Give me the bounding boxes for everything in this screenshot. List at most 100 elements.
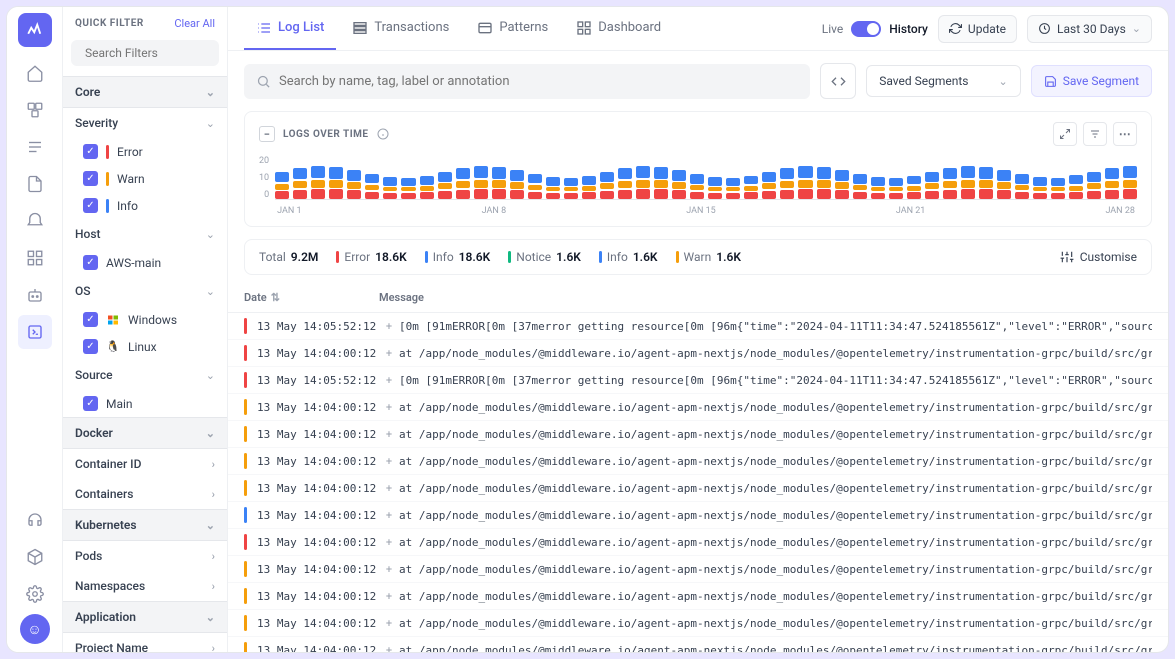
logs-chart-panel: − LOGS OVER TIME ⋯ 20 10 0 J [244, 111, 1152, 227]
log-row[interactable]: 13 May 14:04:00:12 + at /app/node_module… [228, 556, 1168, 583]
filter-warn[interactable]: ✓Warn [63, 165, 227, 192]
expand-button[interactable] [1053, 122, 1077, 146]
expand-row-button[interactable]: + [379, 482, 399, 495]
stat-bar-icon [676, 251, 679, 263]
clear-all-link[interactable]: Clear All [174, 17, 215, 30]
log-row[interactable]: 13 May 14:04:00:12 + at /app/node_module… [228, 610, 1168, 637]
group-application[interactable]: Application⌄ [63, 601, 227, 633]
filter-linux[interactable]: ✓🐧Linux [63, 333, 227, 360]
tab-patterns[interactable]: Patterns [465, 8, 560, 50]
nav-logs-icon[interactable] [18, 315, 52, 349]
filter-error[interactable]: ✓Error [63, 138, 227, 165]
tab-log-list[interactable]: Log List [244, 8, 336, 50]
live-history-toggle[interactable]: Live History [822, 21, 928, 37]
log-row[interactable]: 13 May 14:04:00:12 + at /app/node_module… [228, 394, 1168, 421]
user-avatar[interactable]: ☺ [20, 614, 50, 644]
filter-aws-main[interactable]: ✓AWS-main [63, 249, 227, 276]
expand-row-button[interactable]: + [379, 428, 399, 441]
tab-dashboard[interactable]: Dashboard [564, 8, 673, 50]
stat-error: Error 18.6K [336, 250, 406, 264]
clock-icon [1038, 22, 1051, 35]
log-date: 13 May 14:04:00:12 [257, 401, 379, 414]
chevron-down-icon: ⌄ [206, 427, 215, 440]
nav-file-icon[interactable] [18, 167, 52, 201]
filter-main[interactable]: ✓Main [63, 390, 227, 417]
expand-row-button[interactable]: + [379, 509, 399, 522]
nav-support-icon[interactable] [18, 503, 52, 537]
expand-row-button[interactable]: + [379, 320, 399, 333]
sub-pods[interactable]: Pods› [63, 541, 227, 571]
log-message: at /app/node_modules/@middleware.io/agen… [399, 509, 1152, 522]
sub-project-name[interactable]: Project Name› [63, 633, 227, 652]
col-date[interactable]: Date ⇅ [244, 291, 379, 304]
nav-stack-icon[interactable] [18, 93, 52, 127]
log-row[interactable]: 13 May 14:05:52:12 + [0m [91mERROR[0m [3… [228, 313, 1168, 340]
sub-host[interactable]: Host⌄ [63, 219, 227, 249]
log-row[interactable]: 13 May 14:04:00:12 + at /app/node_module… [228, 502, 1168, 529]
save-segment-button[interactable]: Save Segment [1031, 65, 1152, 97]
filter-sidebar: QUICK FILTER Clear All Core⌄ Severity⌄ ✓… [63, 7, 228, 652]
group-core[interactable]: Core⌄ [63, 76, 227, 108]
log-table-header: Date ⇅ Message [228, 283, 1168, 313]
info-icon [377, 128, 389, 140]
log-row[interactable]: 13 May 14:04:00:12 + at /app/node_module… [228, 637, 1168, 652]
group-docker[interactable]: Docker⌄ [63, 417, 227, 449]
group-kubernetes[interactable]: Kubernetes⌄ [63, 509, 227, 541]
log-message: at /app/node_modules/@middleware.io/agen… [399, 428, 1152, 441]
sidebar-title: QUICK FILTER [75, 18, 144, 29]
app-logo[interactable] [18, 13, 52, 47]
main-search[interactable] [244, 64, 810, 99]
date-range-button[interactable]: Last 30 Days⌄ [1027, 15, 1152, 43]
expand-row-button[interactable]: + [379, 644, 399, 653]
log-row[interactable]: 13 May 14:04:00:12 + at /app/node_module… [228, 583, 1168, 610]
code-view-button[interactable] [820, 63, 856, 99]
filter-search-input[interactable] [85, 46, 228, 60]
topbar: Log List Transactions Patterns Dashboard… [228, 7, 1168, 51]
filter-info[interactable]: ✓Info [63, 192, 227, 219]
checkbox-checked-icon: ✓ [83, 171, 98, 186]
expand-row-button[interactable]: + [379, 563, 399, 576]
more-icon: ⋯ [1119, 127, 1132, 141]
main-search-input[interactable] [279, 74, 798, 89]
nav-alert-icon[interactable] [18, 204, 52, 238]
expand-row-button[interactable]: + [379, 590, 399, 603]
nav-bot-icon[interactable] [18, 278, 52, 312]
filter-windows[interactable]: ✓Windows [63, 306, 227, 333]
log-row[interactable]: 13 May 14:04:00:12 + at /app/node_module… [228, 529, 1168, 556]
search-icon [256, 74, 271, 89]
log-row[interactable]: 13 May 14:05:52:12 + [0m [91mERROR[0m [3… [228, 367, 1168, 394]
sub-containers[interactable]: Containers› [63, 479, 227, 509]
log-message: at /app/node_modules/@middleware.io/agen… [399, 590, 1152, 603]
customise-button[interactable]: Customise [1060, 250, 1137, 264]
filter-button[interactable] [1083, 122, 1107, 146]
collapse-button[interactable]: − [259, 126, 275, 142]
expand-row-button[interactable]: + [379, 455, 399, 468]
chevron-down-icon: ⌄ [998, 75, 1007, 88]
nav-list-icon[interactable] [18, 130, 52, 164]
sub-source[interactable]: Source⌄ [63, 360, 227, 390]
filter-search[interactable] [71, 40, 219, 66]
chevron-down-icon: ⌄ [206, 228, 215, 241]
expand-row-button[interactable]: + [379, 401, 399, 414]
sub-namespaces[interactable]: Namespaces› [63, 571, 227, 601]
tab-transactions[interactable]: Transactions [340, 8, 461, 50]
log-row[interactable]: 13 May 14:04:00:12 + at /app/node_module… [228, 421, 1168, 448]
saved-segments-dropdown[interactable]: Saved Segments⌄ [866, 65, 1021, 97]
expand-row-button[interactable]: + [379, 617, 399, 630]
more-button[interactable]: ⋯ [1113, 122, 1137, 146]
nav-grid-icon[interactable] [18, 241, 52, 275]
log-row[interactable]: 13 May 14:04:00:12 + at /app/node_module… [228, 340, 1168, 367]
log-row[interactable]: 13 May 14:04:00:12 + at /app/node_module… [228, 475, 1168, 502]
sub-container-id[interactable]: Container ID› [63, 449, 227, 479]
expand-row-button[interactable]: + [379, 536, 399, 549]
sub-severity[interactable]: Severity⌄ [63, 108, 227, 138]
nav-settings-icon[interactable] [18, 577, 52, 611]
expand-row-button[interactable]: + [379, 374, 399, 387]
update-button[interactable]: Update [938, 15, 1017, 43]
panel-title: LOGS OVER TIME [283, 129, 369, 140]
log-row[interactable]: 13 May 14:04:00:12 + at /app/node_module… [228, 448, 1168, 475]
nav-home-icon[interactable] [18, 56, 52, 90]
nav-cube-icon[interactable] [18, 540, 52, 574]
expand-row-button[interactable]: + [379, 347, 399, 360]
sub-os[interactable]: OS⌄ [63, 276, 227, 306]
